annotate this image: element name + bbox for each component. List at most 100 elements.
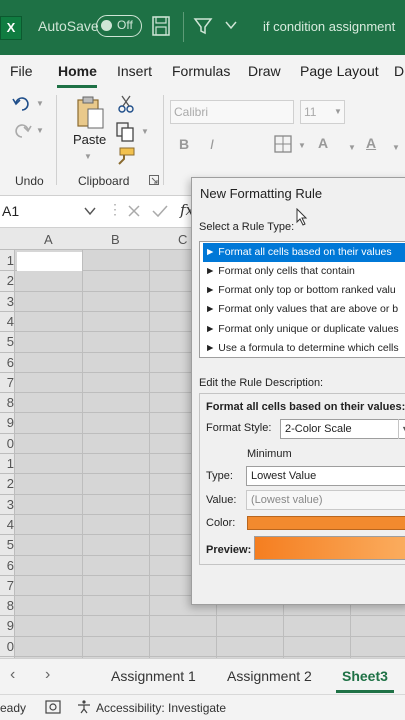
minimum-value-input[interactable]: (Lowest value) — [246, 490, 405, 510]
ribbon-divider — [163, 95, 164, 185]
macro-recording-icon[interactable] — [45, 700, 61, 714]
row-header[interactable]: 8 — [0, 395, 14, 410]
enter-icon[interactable] — [152, 204, 168, 218]
row-header[interactable]: 2 — [0, 273, 14, 288]
previous-sheet-icon[interactable]: ‹ — [10, 666, 15, 684]
minimum-label: Minimum — [247, 448, 292, 460]
selected-cell-a1[interactable] — [17, 252, 82, 271]
font-name-box[interactable]: Calibri — [170, 100, 294, 124]
fill-color-button[interactable]: A — [318, 135, 328, 151]
active-sheet-indicator — [336, 690, 394, 693]
row-header[interactable]: 6 — [0, 355, 14, 370]
cancel-icon[interactable] — [127, 204, 141, 218]
autosave-toggle[interactable]: Off — [96, 15, 142, 37]
accessibility-status[interactable]: Accessibility: Investigate — [96, 701, 226, 715]
rule-description-panel: Format all cells based on their values: … — [199, 393, 405, 565]
document-title[interactable]: if condition assignment — [263, 19, 395, 34]
row-header[interactable]: 5 — [0, 537, 14, 552]
borders-icon[interactable] — [274, 135, 292, 153]
rule-type-item[interactable]: ► Use a formula to determine which cells — [203, 339, 405, 357]
row-header[interactable]: 9 — [0, 415, 14, 430]
chevron-down-icon[interactable] — [224, 18, 238, 32]
undo-icon[interactable] — [12, 95, 32, 113]
tab-formulas[interactable]: Formulas — [172, 63, 230, 79]
accessibility-icon[interactable] — [77, 700, 91, 714]
row-header[interactable]: 2 — [0, 476, 14, 491]
undo-dropdown-icon[interactable]: ▼ — [36, 99, 44, 108]
save-icon[interactable] — [152, 16, 170, 36]
autosave-state: Off — [117, 18, 133, 32]
rule-type-item[interactable]: ► Format only values that are above or b — [203, 300, 405, 319]
minimum-color-picker[interactable] — [247, 516, 405, 530]
row-header[interactable]: 3 — [0, 294, 14, 309]
next-sheet-icon[interactable]: › — [45, 666, 50, 684]
dialog-launcher-icon[interactable] — [149, 175, 159, 185]
rule-type-item[interactable]: ► Format all cells based on their values — [203, 243, 405, 262]
rule-type-item[interactable]: ► Format only top or bottom ranked valu — [203, 281, 405, 300]
row-header[interactable]: 0 — [0, 639, 14, 654]
format-painter-icon[interactable] — [116, 147, 136, 167]
tab-insert[interactable]: Insert — [117, 63, 152, 79]
row-header[interactable]: 3 — [0, 497, 14, 512]
sheet-tab-assignment-1[interactable]: Assignment 1 — [111, 668, 196, 684]
italic-button[interactable]: I — [210, 136, 214, 152]
row-header[interactable]: 0 — [0, 436, 14, 451]
format-style-select[interactable]: 2-Color Scale — [280, 419, 405, 439]
cut-icon[interactable] — [118, 95, 134, 113]
color-scale-preview — [254, 536, 405, 560]
description-heading: Format all cells based on their values: — [206, 401, 405, 413]
tab-page-layout[interactable]: Page Layout — [300, 63, 379, 79]
font-color-dropdown-icon[interactable]: ▼ — [392, 143, 400, 152]
row-header[interactable]: 1 — [0, 456, 14, 471]
paste-label[interactable]: Paste — [73, 132, 106, 147]
active-tab-indicator — [57, 85, 97, 88]
sheet-tab-bar: ‹ › Assignment 1 Assignment 2 Sheet3 — [0, 658, 405, 694]
edit-rule-description-label: Edit the Rule Description: — [199, 377, 324, 389]
mouse-cursor-icon — [296, 208, 308, 226]
font-size-dropdown-icon[interactable]: ▼ — [334, 107, 342, 116]
format-style-label: Format Style: — [206, 422, 272, 434]
excel-logo-icon: X — [0, 16, 22, 40]
color-label: Color: — [206, 517, 236, 529]
copy-icon[interactable] — [116, 122, 136, 142]
rule-type-item[interactable]: ► Format only unique or duplicate values — [203, 320, 405, 339]
grid-line — [0, 615, 405, 617]
column-header-c[interactable]: C — [178, 232, 187, 247]
name-box-dropdown-icon[interactable] — [84, 206, 96, 216]
row-header[interactable]: 8 — [0, 598, 14, 613]
redo-icon[interactable] — [12, 122, 32, 140]
font-color-button[interactable]: A — [366, 135, 376, 151]
fill-color-dropdown-icon[interactable]: ▼ — [348, 143, 356, 152]
paste-dropdown-icon[interactable]: ▼ — [84, 152, 92, 161]
row-header[interactable]: 6 — [0, 558, 14, 573]
row-header[interactable]: 7 — [0, 578, 14, 593]
filter-icon[interactable] — [193, 16, 213, 36]
column-header-b[interactable]: B — [111, 232, 120, 247]
copy-dropdown-icon[interactable]: ▼ — [141, 127, 149, 136]
row-header[interactable]: 5 — [0, 334, 14, 349]
bold-button[interactable]: B — [179, 136, 189, 152]
tab-draw[interactable]: Draw — [248, 63, 281, 79]
rule-type-item[interactable]: ► Format only cells that contain — [203, 262, 405, 281]
tab-file[interactable]: File — [10, 63, 33, 79]
autosave-label: AutoSave — [38, 18, 99, 34]
column-header-a[interactable]: A — [44, 232, 53, 247]
undo-group-label: Undo — [15, 174, 44, 188]
ribbon-tabs: File Home Insert Formulas Draw Page Layo… — [0, 55, 405, 89]
sheet-tab-sheet3[interactable]: Sheet3 — [342, 668, 388, 684]
row-header[interactable]: 4 — [0, 517, 14, 532]
row-header[interactable]: 1 — [0, 253, 14, 268]
row-header[interactable]: 9 — [0, 618, 14, 633]
redo-dropdown-icon[interactable]: ▼ — [36, 126, 44, 135]
paste-icon[interactable] — [75, 95, 105, 129]
row-header[interactable]: 7 — [0, 375, 14, 390]
tab-home[interactable]: Home — [58, 63, 97, 79]
rule-type-list[interactable]: ► Format all cells based on their values… — [199, 241, 405, 358]
row-header[interactable]: 4 — [0, 314, 14, 329]
sheet-tab-assignment-2[interactable]: Assignment 2 — [227, 668, 312, 684]
borders-dropdown-icon[interactable]: ▼ — [298, 141, 306, 150]
format-style-dropdown-icon[interactable]: ▼ — [398, 419, 405, 439]
minimum-type-select[interactable]: Lowest Value — [246, 466, 405, 486]
type-label: Type: — [206, 470, 233, 482]
tab-data[interactable]: D — [394, 63, 404, 79]
